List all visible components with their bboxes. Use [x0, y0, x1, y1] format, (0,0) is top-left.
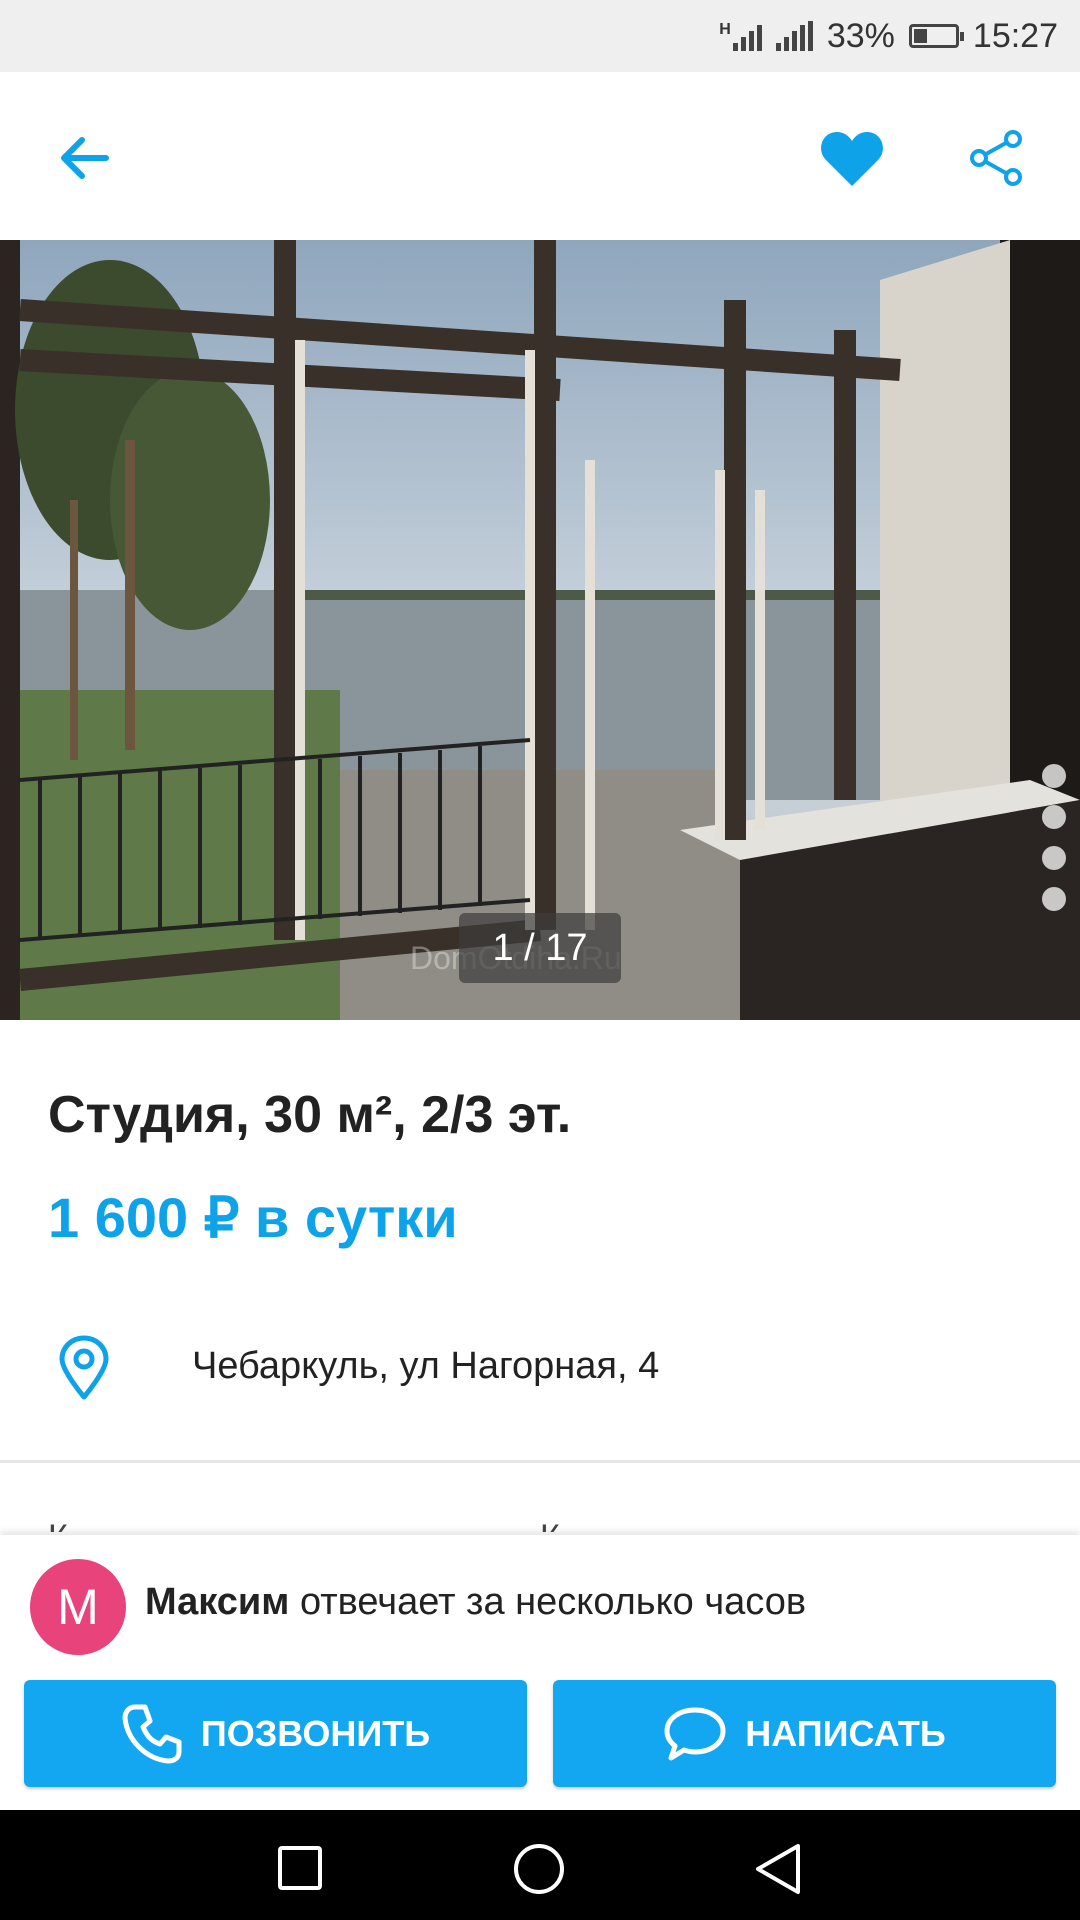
- avatar[interactable]: M: [30, 1559, 126, 1655]
- listing-price: 1 600 ₽ в сутки: [48, 1186, 458, 1249]
- heart-icon: [821, 132, 883, 186]
- circle-icon[interactable]: [512, 1842, 566, 1896]
- gallery-dot[interactable]: [1042, 805, 1066, 829]
- gallery-dot[interactable]: [1042, 846, 1066, 870]
- share-button[interactable]: [960, 122, 1032, 194]
- battery-percent: 33%: [826, 16, 895, 55]
- peek-text-right: К: [540, 1520, 560, 1532]
- triangle-back-icon[interactable]: [752, 1842, 804, 1896]
- gallery-dots: [1042, 764, 1066, 911]
- square-icon[interactable]: [276, 1844, 324, 1892]
- call-button[interactable]: ПОЗВОНИТЬ: [24, 1680, 527, 1787]
- system-nav-bar: [0, 1810, 1080, 1920]
- response-time: отвечает за несколько часов: [299, 1581, 807, 1623]
- gallery-dot[interactable]: [1042, 887, 1066, 911]
- location-pin-icon: [58, 1335, 110, 1406]
- host-name: Максим: [145, 1581, 290, 1623]
- host-response: Максим отвечает за несколько часов: [145, 1581, 806, 1624]
- arrow-left-icon: [61, 137, 109, 179]
- chat-bubble-icon: [664, 1707, 726, 1760]
- listing-title: Студия, 30 м², 2/3 эт.: [48, 1086, 572, 1144]
- share-icon: [970, 130, 1022, 186]
- favorite-button[interactable]: [812, 120, 892, 196]
- contact-panel: M Максим отвечает за несколько часов ПОЗ…: [0, 1535, 1080, 1810]
- gallery-dot[interactable]: [1042, 764, 1066, 788]
- listing-address[interactable]: Чебаркуль, ул Нагорная, 4: [192, 1345, 659, 1388]
- call-button-label: ПОЗВОНИТЬ: [200, 1712, 431, 1754]
- listing-photo[interactable]: DomOtdiha.Ru: [0, 240, 1080, 1020]
- divider: [0, 1460, 1080, 1463]
- message-button[interactable]: НАПИСАТЬ: [553, 1680, 1056, 1787]
- window-view-image: [0, 240, 1080, 1020]
- status-bar: H 33% 15:27: [0, 0, 1080, 72]
- network-h-icon: H: [719, 21, 762, 51]
- clock: 15:27: [972, 16, 1058, 55]
- status-icons: H 33% 15:27: [719, 0, 1058, 72]
- message-button-label: НАПИСАТЬ: [745, 1712, 946, 1754]
- back-button[interactable]: [48, 122, 120, 194]
- battery-icon: [908, 24, 964, 48]
- phone-icon: [122, 1704, 182, 1763]
- photo-counter: 1 / 17: [459, 913, 621, 983]
- app-bar: [0, 72, 1080, 240]
- peek-text-left: К: [48, 1520, 68, 1532]
- signal-icon: [775, 21, 813, 51]
